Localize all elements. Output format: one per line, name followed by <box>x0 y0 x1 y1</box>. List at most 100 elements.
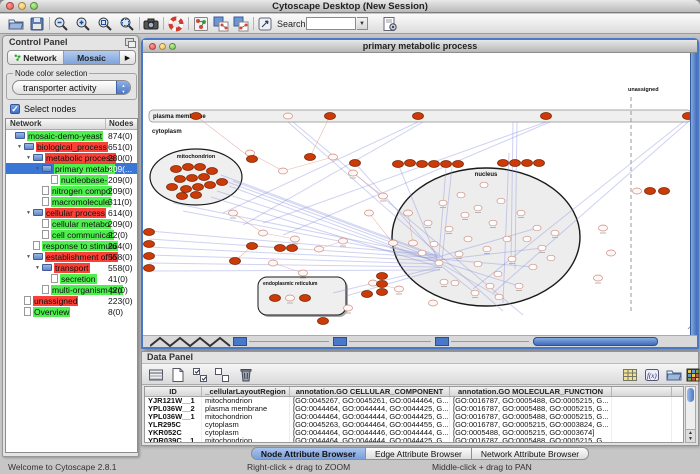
selected-gene-node[interactable] <box>300 295 311 302</box>
gene-node[interactable] <box>495 294 503 300</box>
gene-node[interactable] <box>480 182 488 188</box>
snapshot-icon[interactable] <box>143 16 159 32</box>
tree-row-label[interactable]: mosaic-demo-yeast <box>27 131 103 141</box>
node-color-combobox[interactable]: transporter activity ▲▼ <box>12 80 131 95</box>
tree-row[interactable]: ▼transport558(0) <box>6 262 137 273</box>
selected-gene-node[interactable] <box>441 161 452 168</box>
network-tree[interactable]: Network Nodes mosaic-demo-yeast874(0)▼bi… <box>5 118 138 453</box>
column-header[interactable]: annotation.GO CELLULAR_COMPONENT <box>290 387 450 396</box>
zoom-fit-icon[interactable] <box>119 16 135 32</box>
expand-arrow-icon[interactable]: ▼ <box>35 166 42 172</box>
selected-gene-node[interactable] <box>144 241 155 248</box>
selected-gene-node[interactable] <box>167 184 178 191</box>
selected-gene-node[interactable] <box>413 113 424 120</box>
table-cell[interactable]: mitochondrion <box>202 437 290 443</box>
viewport-marker[interactable] <box>435 337 449 346</box>
gene-node[interactable] <box>329 154 338 160</box>
selected-gene-node[interactable] <box>195 164 206 171</box>
tree-row-label[interactable]: primary metabo <box>54 164 115 174</box>
tree-row-label[interactable]: metabolic process <box>45 153 116 163</box>
attribute-table-icon[interactable] <box>622 367 638 383</box>
tree-row-label[interactable]: cellular metabo <box>51 219 111 229</box>
gene-node[interactable] <box>464 236 472 242</box>
gene-node[interactable] <box>291 236 300 242</box>
table-cell[interactable]: [GO:0016787, GO:0005488, GO:0005215, G..… <box>450 397 612 405</box>
network-window-titlebar[interactable]: primary metabolic process <box>143 40 697 53</box>
selected-gene-node[interactable] <box>522 160 533 167</box>
selected-gene-node[interactable] <box>144 265 155 272</box>
table-cell[interactable]: YPL036W__2 <box>145 405 202 413</box>
table-cell[interactable] <box>612 421 672 429</box>
attribute-select-icon[interactable] <box>148 367 164 383</box>
horizontal-scrollbar-thumb[interactable] <box>533 337 658 346</box>
tab-edge-attribute-browser[interactable]: Edge Attribute Browser <box>366 447 472 460</box>
selected-gene-node[interactable] <box>362 291 373 298</box>
table-cell[interactable]: [GO:0016787, GO:0005488, GO:0005215, G..… <box>450 405 612 413</box>
gene-node[interactable] <box>365 210 374 216</box>
overview-strip[interactable] <box>143 335 697 347</box>
network-tree-header[interactable]: Network Nodes <box>6 119 137 130</box>
tree-row[interactable]: nitrogen compo209(0) <box>6 185 137 196</box>
table-cell[interactable]: cytoplasm <box>202 421 290 429</box>
tree-row-label[interactable]: biological_process <box>36 142 108 152</box>
annotation-icon[interactable] <box>257 16 273 32</box>
selected-gene-node[interactable] <box>377 273 388 280</box>
float-panel-icon[interactable] <box>125 38 134 46</box>
title-bar[interactable]: Cytoscape Desktop (New Session) <box>0 0 700 13</box>
tree-row[interactable]: unassigned223(0) <box>6 295 137 306</box>
table-cell[interactable] <box>612 397 672 405</box>
table-cell[interactable]: YPL036W__1 <box>145 413 202 421</box>
gene-node[interactable] <box>269 260 278 266</box>
selected-gene-node[interactable] <box>534 160 545 167</box>
tab-node-attribute-browser[interactable]: Node Attribute Browser <box>251 447 366 460</box>
selected-gene-node[interactable] <box>305 154 316 161</box>
table-row[interactable]: YDR039C__1mitochondrion[GO:0044464, GO:0… <box>145 437 683 443</box>
selected-gene-node[interactable] <box>377 281 388 288</box>
attribute-table-header[interactable]: ID_cellularLayoutRegionannotation.GO CEL… <box>145 387 683 397</box>
selected-gene-node[interactable] <box>199 174 210 181</box>
table-cell[interactable]: YKR052C <box>145 429 202 437</box>
selected-gene-node[interactable] <box>207 168 218 175</box>
selected-gene-node[interactable] <box>191 192 202 199</box>
gene-node[interactable] <box>259 230 268 236</box>
tree-row[interactable]: ▼metabolic process280(0) <box>6 152 137 163</box>
gene-node[interactable] <box>547 255 555 261</box>
network-view-window[interactable]: primary metabolic process plasma membran… <box>141 38 699 349</box>
tree-row[interactable]: secretion41(0) <box>6 273 137 284</box>
selected-gene-node[interactable] <box>193 184 204 191</box>
table-row[interactable]: YPL036W__2plasma membrane[GO:0044464, GO… <box>145 405 683 413</box>
viewport-marker[interactable] <box>233 337 247 346</box>
gene-node[interactable] <box>339 238 348 244</box>
gene-node[interactable] <box>439 200 447 206</box>
selected-gene-node[interactable] <box>453 161 464 168</box>
gene-node[interactable] <box>497 198 505 204</box>
gene-node[interactable] <box>349 170 358 176</box>
table-cell[interactable]: [GO:0016787, GO:0005488, GO:0005215, G..… <box>450 413 612 421</box>
gene-node[interactable] <box>389 240 398 246</box>
tree-row-label[interactable]: Overview <box>33 307 70 317</box>
table-row[interactable]: YKR052Ccytoplasm[GO:0044464, GO:0044446,… <box>145 429 683 437</box>
tree-row-label[interactable]: macromolecule <box>51 197 111 207</box>
selected-gene-node[interactable] <box>191 113 202 120</box>
tree-row[interactable]: ▼establishment of lo558(0) <box>6 251 137 262</box>
tree-column-divider[interactable] <box>105 119 106 130</box>
table-cell[interactable]: [GO:0045267, GO:0045261, GO:0044464, G..… <box>290 397 450 405</box>
expand-arrow-icon[interactable]: ▼ <box>26 155 33 161</box>
table-row[interactable]: YPL036W__1mitochondrion[GO:0044464, GO:0… <box>145 413 683 421</box>
gene-node[interactable] <box>607 250 616 256</box>
viewport-marker[interactable] <box>333 337 347 346</box>
tree-row-label[interactable]: secretion <box>60 274 97 284</box>
zoom-out-icon[interactable] <box>53 16 69 32</box>
column-header-filler[interactable] <box>612 387 672 396</box>
selected-gene-node[interactable] <box>247 156 258 163</box>
gene-node[interactable] <box>424 220 432 226</box>
gene-node[interactable] <box>455 251 463 257</box>
gene-node[interactable] <box>418 250 426 256</box>
selected-gene-node[interactable] <box>318 318 329 325</box>
zoom-in-icon[interactable] <box>75 16 91 32</box>
tree-row[interactable]: ▼biological_process651(0) <box>6 141 137 152</box>
tree-row-label[interactable]: transport <box>54 263 90 273</box>
expand-arrow-icon[interactable]: ▼ <box>17 144 24 150</box>
gene-node[interactable] <box>489 220 497 226</box>
column-header[interactable]: ID <box>145 387 202 396</box>
